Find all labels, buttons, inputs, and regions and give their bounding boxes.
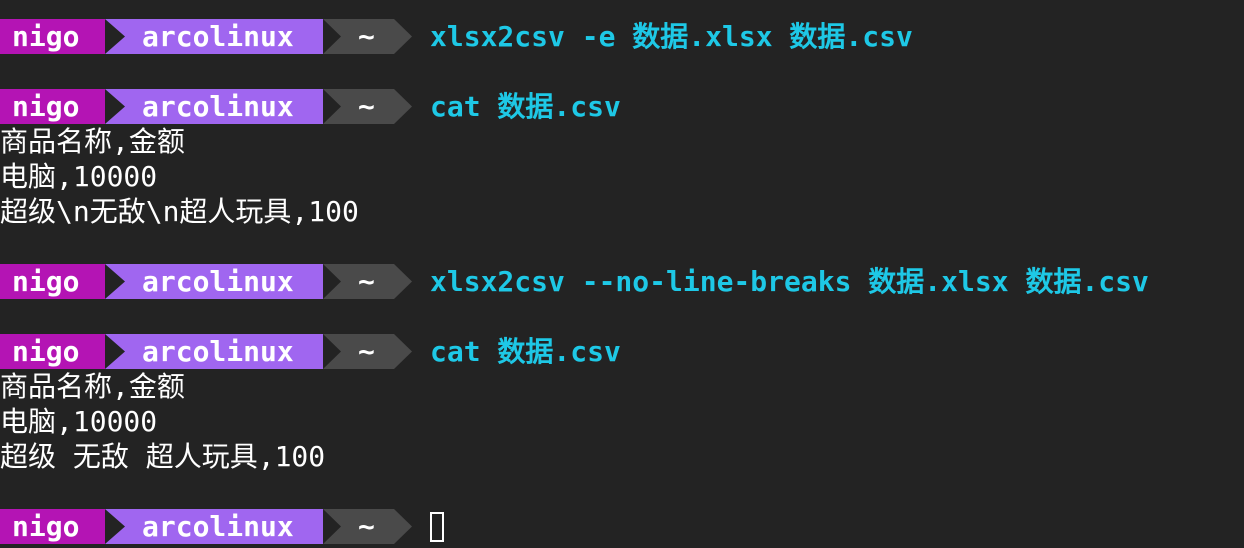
prompt-host-segment: arcolinux [105,509,323,544]
output-line: 商品名称,金额 [0,125,185,158]
terminal-cursor[interactable] [430,512,444,542]
prompt-dir-segment: ~ [323,89,412,124]
prompt-host-segment: arcolinux [105,264,323,299]
output-line: 超级 无敌 超人玩具,100 [0,440,326,473]
output-line: 电脑,10000 [0,160,158,193]
prompt-dir-segment: ~ [323,509,412,544]
prompt-host-segment: arcolinux [105,19,323,54]
command-text: cat 数据.csv [430,90,621,123]
prompt-user-segment: nigo [0,19,105,54]
prompt-dir-segment: ~ [323,334,412,369]
command-text: xlsx2csv -e 数据.xlsx 数据.csv [430,20,913,53]
prompt-user-segment: nigo [0,89,105,124]
output-line: 电脑,10000 [0,405,158,438]
prompt-user-segment: nigo [0,264,105,299]
prompt-dir-segment: ~ [323,19,412,54]
prompt-line-active[interactable]: nigo arcolinux ~ [0,509,1244,544]
prompt-line-2: nigo arcolinux ~ cat 数据.csv [0,89,1244,124]
prompt-host-segment: arcolinux [105,334,323,369]
prompt-host-segment: arcolinux [105,89,323,124]
terminal-window[interactable]: nigo arcolinux ~ xlsx2csv -e 数据.xlsx 数据.… [0,0,1244,548]
prompt-user-segment: nigo [0,334,105,369]
output-line: 超级\n无敌\n超人玩具,100 [0,195,359,228]
prompt-dir-segment: ~ [323,264,412,299]
command-text: cat 数据.csv [430,335,621,368]
prompt-line-1: nigo arcolinux ~ xlsx2csv -e 数据.xlsx 数据.… [0,19,1244,54]
prompt-line-4: nigo arcolinux ~ cat 数据.csv [0,334,1244,369]
prompt-user-segment: nigo [0,509,105,544]
output-line: 商品名称,金额 [0,370,185,403]
prompt-line-3: nigo arcolinux ~ xlsx2csv --no-line-brea… [0,264,1244,299]
command-text: xlsx2csv --no-line-breaks 数据.xlsx 数据.csv [430,265,1149,298]
